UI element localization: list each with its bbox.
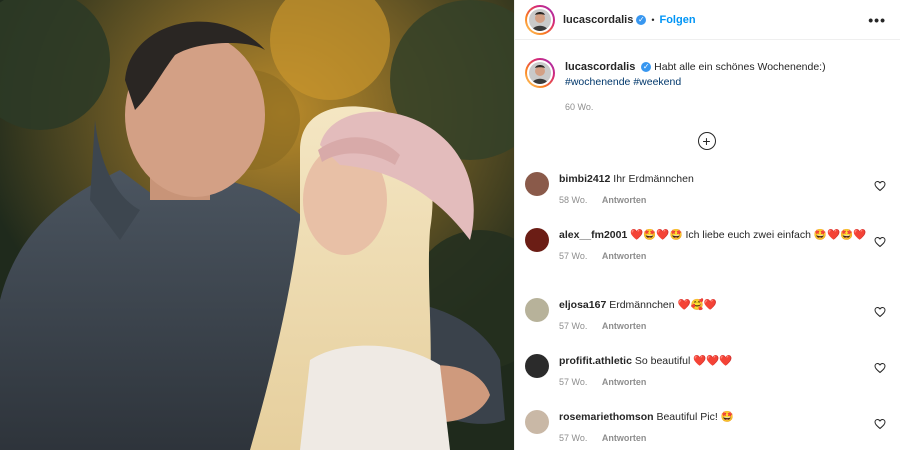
couple-photo-illustration xyxy=(0,0,514,450)
hashtag-weekend[interactable]: #weekend xyxy=(633,76,681,88)
comment-meta: 57 Wo. Antworten xyxy=(559,249,868,264)
comment-text: Erdmännchen xyxy=(609,299,675,311)
author-avatar xyxy=(529,8,551,31)
instagram-post-modal: lucascordalis ✓ • Folgen ••• lucascordal… xyxy=(0,0,900,450)
follow-button[interactable]: Folgen xyxy=(659,14,695,26)
separator-dot: • xyxy=(651,14,655,25)
reply-button[interactable]: Antworten xyxy=(602,195,647,205)
caption-username[interactable]: lucascordalis xyxy=(565,61,635,73)
post-side-panel: lucascordalis ✓ • Folgen ••• lucascordal… xyxy=(514,0,900,450)
comment-timestamp: 57 Wo. xyxy=(559,321,588,331)
comment-item: eljosa167 Erdmännchen ❤️🥰❤️ 57 Wo. Antwo… xyxy=(525,298,890,334)
comment-item: alex__fm2001 ❤️🤩❤️🤩 Ich liebe euch zwei … xyxy=(525,228,890,264)
comment-emojis: ❤️🥰❤️ xyxy=(677,299,717,311)
post-header: lucascordalis ✓ • Folgen ••• xyxy=(515,0,900,40)
comment-body: bimbi2412 Ihr Erdmännchen 58 Wo. Antwort… xyxy=(559,172,890,208)
comment-item: rosemariethomson Beautiful Pic! 🤩 57 Wo.… xyxy=(525,410,890,446)
comment-meta: 58 Wo. Antworten xyxy=(559,193,868,208)
like-heart-icon[interactable] xyxy=(874,418,886,430)
plus-circle-icon[interactable]: + xyxy=(697,132,716,150)
comment-timestamp: 57 Wo. xyxy=(559,377,588,387)
comment-username[interactable]: profifit.athletic xyxy=(559,355,632,367)
caption-text-block: lucascordalis ✓ Habt alle ein schönes Wo… xyxy=(565,58,886,90)
comment-text: So beautiful xyxy=(634,355,691,367)
reply-button[interactable]: Antworten xyxy=(602,377,647,387)
comment-username[interactable]: rosemariethomson xyxy=(559,411,654,423)
hashtag-wochenende[interactable]: #wochenende xyxy=(565,76,630,88)
comment-meta: 57 Wo. Antworten xyxy=(559,375,868,390)
like-heart-icon[interactable] xyxy=(874,180,886,192)
caption-text: Habt alle ein schönes Wochenende:) xyxy=(654,61,826,73)
comment-body: eljosa167 Erdmännchen ❤️🥰❤️ 57 Wo. Antwo… xyxy=(559,298,890,334)
comment-meta: 57 Wo. Antworten xyxy=(559,319,868,334)
comment-username[interactable]: eljosa167 xyxy=(559,299,606,311)
comment-body: rosemariethomson Beautiful Pic! 🤩 57 Wo.… xyxy=(559,410,890,446)
caption-avatar-ring[interactable] xyxy=(525,58,555,88)
commenter-avatar[interactable] xyxy=(525,410,549,434)
author-username[interactable]: lucascordalis xyxy=(563,14,633,26)
comment-body: profifit.athletic So beautiful ❤️❤️❤️ 57… xyxy=(559,354,890,390)
author-avatar-ring[interactable] xyxy=(525,4,555,35)
caption-timestamp: 60 Wo. xyxy=(565,102,594,112)
comment-item: profifit.athletic So beautiful ❤️❤️❤️ 57… xyxy=(525,354,890,390)
comment-username[interactable]: alex__fm2001 xyxy=(559,229,627,241)
reply-button[interactable]: Antworten xyxy=(602,251,647,261)
comment-text: Ihr Erdmännchen xyxy=(613,173,694,185)
commenter-avatar[interactable] xyxy=(525,354,549,378)
comment-username[interactable]: bimbi2412 xyxy=(559,173,610,185)
comment-emojis: 🤩❤️🤩❤️ xyxy=(813,229,867,241)
commenter-avatar[interactable] xyxy=(525,228,549,252)
reply-button[interactable]: Antworten xyxy=(602,433,647,443)
verified-badge-icon: ✓ xyxy=(636,14,647,25)
comment-item: bimbi2412 Ihr Erdmännchen 58 Wo. Antwort… xyxy=(525,172,890,208)
comment-emojis-before: ❤️🤩❤️🤩 xyxy=(630,229,683,241)
comment-timestamp: 58 Wo. xyxy=(559,195,588,205)
caption-avatar xyxy=(529,62,551,84)
caption-verified-badge-icon: ✓ xyxy=(641,62,652,73)
comment-meta: 57 Wo. Antworten xyxy=(559,431,868,446)
comment-body: alex__fm2001 ❤️🤩❤️🤩 Ich liebe euch zwei … xyxy=(559,228,890,264)
caption-avatar-image xyxy=(529,62,551,84)
comment-text: Beautiful Pic! xyxy=(656,411,718,423)
commenter-avatar[interactable] xyxy=(525,172,549,196)
comment-text: Ich liebe euch zwei einfach xyxy=(685,229,811,241)
like-heart-icon[interactable] xyxy=(874,362,886,374)
like-heart-icon[interactable] xyxy=(874,306,886,318)
commenter-avatar[interactable] xyxy=(525,298,549,322)
post-photo[interactable] xyxy=(0,0,514,450)
comment-timestamp: 57 Wo. xyxy=(559,251,588,261)
more-horizontal-icon[interactable]: ••• xyxy=(868,12,886,28)
comment-timestamp: 57 Wo. xyxy=(559,433,588,443)
comment-emojis: 🤩 xyxy=(720,411,734,423)
like-heart-icon[interactable] xyxy=(874,236,886,248)
reply-button[interactable]: Antworten xyxy=(602,321,647,331)
post-caption: lucascordalis ✓ Habt alle ein schönes Wo… xyxy=(525,58,886,90)
author-avatar-image xyxy=(529,8,551,31)
comment-emojis: ❤️❤️❤️ xyxy=(693,355,733,367)
